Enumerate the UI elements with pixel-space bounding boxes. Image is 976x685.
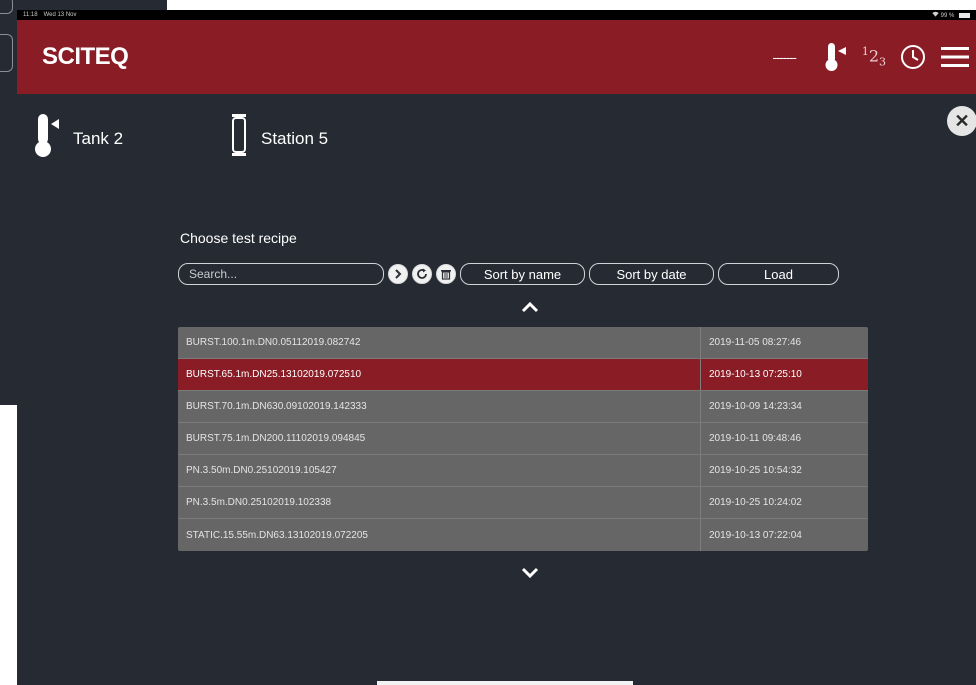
next-button[interactable] xyxy=(388,264,408,284)
station-selector[interactable]: Station 5 xyxy=(229,112,328,165)
recipe-name: BURST.100.1m.DN0.05112019.082742 xyxy=(186,337,361,348)
status-date: Wed 13 Nov xyxy=(43,12,77,18)
app-window: 11:18 Wed 13 Nov 99 % SCITEQ ------- 123 xyxy=(17,10,976,685)
recipe-name: BURST.65.1m.DN25.13102019.072510 xyxy=(186,369,362,380)
table-row[interactable]: STATIC.15.55m.DN63.13102019.072205 2019-1… xyxy=(178,519,868,551)
background-window xyxy=(0,0,17,405)
recipe-date: 2019-10-25 10:54:32 xyxy=(700,455,868,486)
background-window-strip xyxy=(17,0,167,10)
trash-icon xyxy=(441,270,451,280)
thermometer-icon[interactable] xyxy=(824,42,848,72)
load-button[interactable]: Load xyxy=(718,263,839,285)
refresh-icon xyxy=(417,268,427,279)
station-label: Station 5 xyxy=(261,128,329,148)
sort-by-date-button[interactable]: Sort by date xyxy=(589,263,714,285)
recipe-name: BURST.70.1m.DN630.09102019.142333 xyxy=(186,401,367,412)
recipe-date: 2019-11-05 08:27:46 xyxy=(700,327,868,358)
chevron-down-icon xyxy=(521,567,539,579)
wifi-icon xyxy=(932,11,941,19)
thermometer-icon xyxy=(35,112,61,165)
recipe-name: BURST.75.1m.DN200.11102019.094845 xyxy=(186,433,366,444)
recipe-name: STATIC.15.55m.DN63.13102019.072205 xyxy=(186,529,368,541)
recipe-panel: Choose test recipe Sort by name Sort by … xyxy=(178,230,868,579)
sort-by-name-button[interactable]: Sort by name xyxy=(460,263,585,285)
table-row[interactable]: BURST.65.1m.DN25.13102019.072510 2019-10-… xyxy=(178,359,868,391)
app-header: SCITEQ ------- 123 xyxy=(17,20,976,94)
temperature-reading: ------- xyxy=(772,49,797,65)
recipe-date: 2019-10-11 09:48:46 xyxy=(700,423,868,454)
scroll-up-button[interactable] xyxy=(192,301,868,321)
menu-icon[interactable] xyxy=(940,45,970,69)
recipe-name: PN.3.50m.DN0.25102019.105427 xyxy=(186,465,337,476)
recipe-date: 2019-10-25 10:24:02 xyxy=(700,487,868,518)
home-indicator xyxy=(377,681,633,685)
numbering-icon[interactable]: 123 xyxy=(862,45,886,69)
battery-percent: 99 % xyxy=(940,13,955,19)
table-row[interactable]: BURST.75.1m.DN200.11102019.094845 2019-10… xyxy=(178,423,868,455)
recipe-toolbar: Sort by name Sort by date Load xyxy=(178,263,868,285)
search-input[interactable] xyxy=(178,263,384,285)
table-row[interactable]: BURST.70.1m.DN630.09102019.142333 2019-10… xyxy=(178,391,868,423)
recipe-table: BURST.100.1m.DN0.05112019.082742 2019-11-… xyxy=(178,327,868,551)
recipe-name: PN.3.5m.DN0.25102019.102338 xyxy=(186,497,332,508)
recipe-date: 2019-10-13 07:22:04 xyxy=(700,519,868,551)
close-button[interactable]: ✕ xyxy=(947,106,976,136)
close-icon: ✕ xyxy=(954,110,970,131)
battery-icon xyxy=(959,12,970,18)
station-icon xyxy=(229,112,249,165)
status-bar: 11:18 Wed 13 Nov 99 % xyxy=(17,10,976,20)
table-row[interactable]: BURST.100.1m.DN0.05112019.082742 2019-11-… xyxy=(178,327,868,359)
refresh-button[interactable] xyxy=(412,264,432,284)
delete-button[interactable] xyxy=(436,264,456,284)
chevron-right-icon xyxy=(395,269,402,279)
status-time: 11:18 xyxy=(23,12,38,18)
background-window-control xyxy=(0,34,13,72)
station-bar: Tank 2 Station 5 ✕ xyxy=(17,94,976,184)
recipe-date: 2019-10-13 07:25:10 xyxy=(700,359,868,390)
table-row[interactable]: PN.3.5m.DN0.25102019.102338 2019-10-25 10… xyxy=(178,487,868,519)
tank-label: Tank 2 xyxy=(73,128,124,148)
panel-title: Choose test recipe xyxy=(180,230,297,246)
recipe-date: 2019-10-09 14:23:34 xyxy=(700,391,868,422)
table-row[interactable]: PN.3.50m.DN0.25102019.105427 2019-10-25 1… xyxy=(178,455,868,487)
tank-selector[interactable]: Tank 2 xyxy=(35,112,123,165)
scroll-down-button[interactable] xyxy=(192,567,868,579)
chevron-up-icon xyxy=(521,301,539,313)
background-window-control xyxy=(0,0,13,14)
brand-logo: SCITEQ xyxy=(42,43,129,70)
clock-icon[interactable] xyxy=(900,44,926,70)
